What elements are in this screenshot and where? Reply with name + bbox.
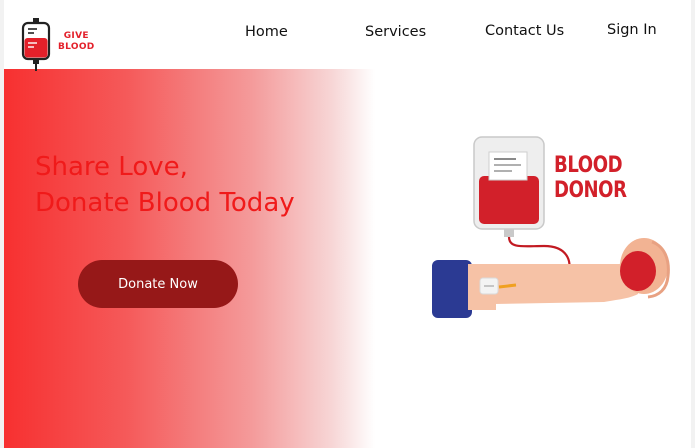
logo[interactable]: GIVE BLOOD — [20, 18, 100, 72]
headline-line-2: Donate Blood Today — [35, 188, 295, 218]
navbar: GIVE BLOOD Home Services Contact Us Sign… — [4, 0, 691, 72]
page-frame: GIVE BLOOD Home Services Contact Us Sign… — [4, 0, 691, 448]
donor-label-line-2: DONOR — [554, 178, 627, 203]
nav-contact-us[interactable]: Contact Us — [485, 23, 564, 39]
logo-line-1: GIVE — [63, 31, 89, 41]
nav-services[interactable]: Services — [365, 24, 426, 40]
nav-home[interactable]: Home — [245, 24, 288, 40]
donor-label-line-1: BLOOD — [554, 153, 623, 178]
blood-donation-illustration — [432, 136, 670, 318]
blood-donor-label: BLOOD DONOR — [554, 153, 627, 203]
nav-sign-in[interactable]: Sign In — [607, 22, 657, 38]
logo-text: GIVE BLOOD — [58, 31, 95, 53]
logo-line-2: BLOOD — [58, 42, 95, 52]
blood-bag-icon — [21, 18, 51, 71]
headline-line-1: Share Love, — [35, 152, 188, 182]
hero-headline: Share Love, Donate Blood Today — [35, 149, 295, 221]
donate-now-button[interactable]: Donate Now — [78, 260, 238, 308]
